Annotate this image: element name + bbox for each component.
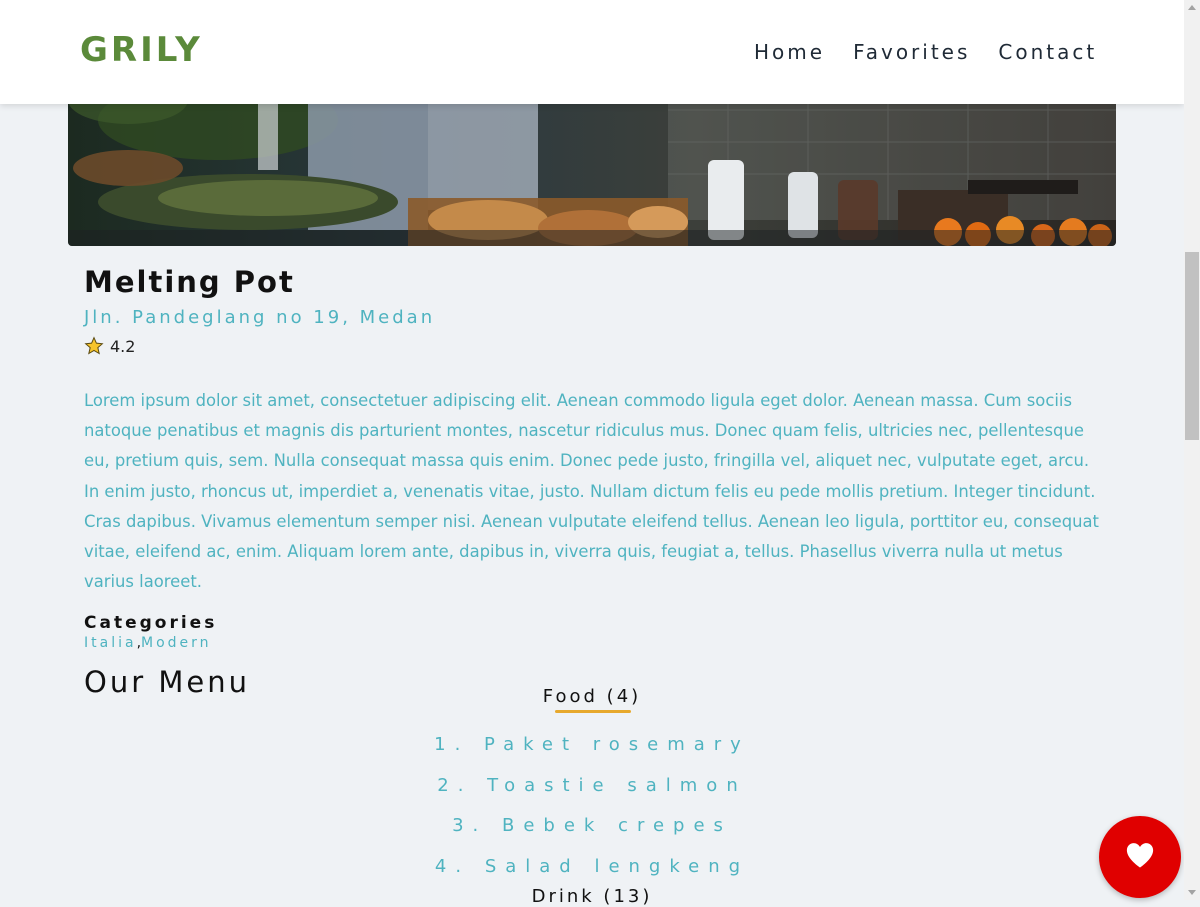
- drink-heading: Drink (13): [531, 885, 653, 907]
- scrollbar-thumb[interactable]: [1185, 252, 1199, 440]
- scroll-down-arrow-icon[interactable]: [1188, 890, 1196, 895]
- restaurant-detail: Melting Pot Jln. Pandeglang no 19, Medan…: [84, 262, 1100, 699]
- nav-favorites-link[interactable]: Favorites: [853, 40, 970, 64]
- scroll-up-arrow-icon[interactable]: [1188, 5, 1196, 10]
- restaurant-name: Melting Pot: [84, 265, 295, 299]
- categories-heading: Categories: [84, 613, 218, 634]
- heading-underline: [554, 710, 632, 713]
- restaurant-address: Jln. Pandeglang no 19, Medan: [84, 307, 436, 328]
- page-scrollbar[interactable]: [1184, 0, 1200, 900]
- category-tag: Modern: [141, 635, 212, 652]
- list-item: 2. Toastie salmon: [437, 774, 747, 796]
- brand-logo[interactable]: GRILY: [80, 30, 203, 70]
- heart-icon: [1125, 841, 1155, 873]
- category-tag: Italia: [84, 635, 137, 652]
- food-heading: Food (4): [542, 686, 642, 713]
- restaurant-hero-image: [68, 80, 1116, 246]
- list-item: 3. Bebek crepes: [452, 815, 732, 837]
- list-item: 1. Paket rosemary: [434, 734, 750, 755]
- rating-value: 4.2: [110, 336, 136, 356]
- category-list: Italia,Modern: [84, 635, 1100, 651]
- favorite-button[interactable]: [1099, 816, 1181, 898]
- nav-home-link[interactable]: Home: [754, 40, 825, 64]
- restaurant-rating: 4.2: [84, 336, 1100, 356]
- site-header: GRILY Home Favorites Contact: [0, 0, 1184, 104]
- main-nav: Home Favorites Contact: [754, 40, 1097, 64]
- star-icon: [84, 336, 104, 356]
- restaurant-description: Lorem ipsum dolor sit amet, consectetuer…: [84, 391, 1099, 592]
- food-list: 1. Paket rosemary 2. Toastie salmon 3. B…: [84, 731, 1100, 894]
- nav-contact-link[interactable]: Contact: [998, 40, 1097, 64]
- menu-section: Food (4) 1. Paket rosemary 2. Toastie sa…: [84, 686, 1100, 907]
- food-heading-label: Food (4): [542, 686, 642, 707]
